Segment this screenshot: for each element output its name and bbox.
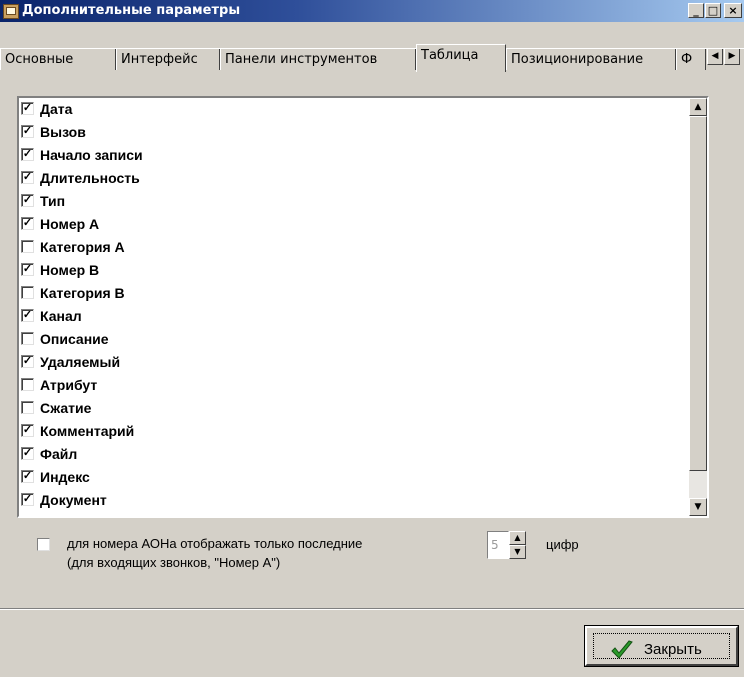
arrow-down-icon: ▼ (514, 547, 521, 556)
column-checkbox[interactable]: ✓ (21, 424, 34, 437)
list-item[interactable]: Атрибут (19, 374, 687, 397)
digits-unit-label: цифр (546, 537, 579, 552)
column-checkbox[interactable] (21, 240, 34, 253)
spinner-down-button[interactable]: ▼ (509, 545, 526, 559)
panel-divider (0, 608, 744, 610)
column-checkbox[interactable]: ✓ (21, 125, 34, 138)
minimize-button[interactable]: _ (688, 3, 704, 18)
list-item[interactable]: ✓ Вызов (19, 121, 687, 144)
list-item[interactable]: Сжатие (19, 397, 687, 420)
list-item[interactable]: ✓ Номер А (19, 213, 687, 236)
scroll-thumb[interactable] (689, 116, 707, 471)
scroll-down-button[interactable]: ▼ (689, 498, 707, 516)
column-label: Категория В (40, 285, 125, 301)
column-checkbox[interactable]: ✓ (21, 217, 34, 230)
title-bar[interactable]: Дополнительные параметры _ □ × (0, 0, 744, 22)
column-label: Сжатие (40, 400, 92, 416)
list-item[interactable]: ✓ Длительность (19, 167, 687, 190)
arrow-up-icon: ▲ (694, 102, 702, 112)
column-checkbox[interactable]: ✓ (21, 355, 34, 368)
columns-checklist[interactable]: ✓ Дата ✓ Вызов ✓ Начало записи ✓ Длительность ✓ Т… (17, 96, 709, 518)
close-button[interactable]: Закрыть (584, 625, 739, 667)
list-item[interactable]: Категория А (19, 236, 687, 259)
column-checkbox[interactable]: ✓ (21, 102, 34, 115)
list-item[interactable]: ✓ Тип (19, 190, 687, 213)
column-label: Номер А (40, 216, 100, 232)
aon-digits-field[interactable]: 5 (487, 531, 509, 559)
app-icon[interactable] (3, 4, 19, 19)
list-item[interactable]: Описание (19, 328, 687, 351)
list-item[interactable]: ✓ Удаляемый (19, 351, 687, 374)
aon-digits-spinner[interactable]: 5 ▲ ▼ (487, 531, 527, 559)
window-title: Дополнительные параметры (22, 3, 241, 18)
column-checkbox[interactable] (21, 286, 34, 299)
vertical-scrollbar[interactable]: ▲ ▼ (689, 98, 707, 516)
column-label: Описание (40, 331, 109, 347)
columns-checklist-items: ✓ Дата ✓ Вызов ✓ Начало записи ✓ Длительность ✓ Т… (19, 98, 687, 512)
list-item[interactable]: ✓ Начало записи (19, 144, 687, 167)
focus-rect: Закрыть (593, 633, 730, 659)
column-checkbox[interactable] (21, 401, 34, 414)
list-item[interactable]: ✓ Номер В (19, 259, 687, 282)
close-button-label: Закрыть (644, 641, 702, 658)
column-checkbox[interactable] (21, 332, 34, 345)
list-item[interactable]: Категория В (19, 282, 687, 305)
column-label: Канал (40, 308, 82, 324)
column-label: Комментарий (40, 423, 135, 439)
column-checkbox[interactable]: ✓ (21, 493, 34, 506)
maximize-button[interactable]: □ (705, 3, 721, 18)
list-item[interactable]: ✓ Комментарий (19, 420, 687, 443)
column-label: Документ (40, 492, 107, 508)
aon-digits-checkbox[interactable] (37, 538, 50, 551)
column-checkbox[interactable]: ✓ (21, 171, 34, 184)
column-checkbox[interactable]: ✓ (21, 148, 34, 161)
column-label: Атрибут (40, 377, 98, 393)
tab-tablitsa[interactable]: Таблица (416, 44, 506, 72)
checkmark-icon (611, 640, 633, 659)
tab-strip: Основные Интерфейс Панели инструментов Т… (0, 22, 744, 72)
column-label: Удаляемый (40, 354, 121, 370)
column-checkbox[interactable]: ✓ (21, 470, 34, 483)
arrow-down-icon: ▼ (694, 502, 702, 512)
column-checkbox[interactable]: ✓ (21, 309, 34, 322)
aon-option-hint: (для входящих звонков, "Номер А") (67, 555, 281, 570)
column-label: Вызов (40, 124, 86, 140)
column-checkbox[interactable]: ✓ (21, 194, 34, 207)
column-label: Индекс (40, 469, 90, 485)
aon-option-label: для номера АОНа отображать только послед… (67, 536, 363, 551)
spinner-up-button[interactable]: ▲ (509, 531, 526, 545)
scroll-up-button[interactable]: ▲ (689, 98, 707, 116)
list-item[interactable]: ✓ Дата (19, 98, 687, 121)
column-label: Категория А (40, 239, 125, 255)
close-window-button[interactable]: × (724, 3, 742, 18)
arrow-up-icon: ▲ (514, 533, 521, 542)
column-checkbox[interactable]: ✓ (21, 447, 34, 460)
list-item[interactable]: ✓ Канал (19, 305, 687, 328)
column-label: Тип (40, 193, 66, 209)
column-label: Файл (40, 446, 78, 462)
column-checkbox[interactable] (21, 378, 34, 391)
list-item[interactable]: ✓ Файл (19, 443, 687, 466)
list-item[interactable]: ✓ Документ (19, 489, 687, 512)
column-checkbox[interactable]: ✓ (21, 263, 34, 276)
column-label: Длительность (40, 170, 140, 186)
column-label: Начало записи (40, 147, 143, 163)
column-label: Дата (40, 101, 73, 117)
column-label: Номер В (40, 262, 100, 278)
list-item[interactable]: ✓ Индекс (19, 466, 687, 489)
